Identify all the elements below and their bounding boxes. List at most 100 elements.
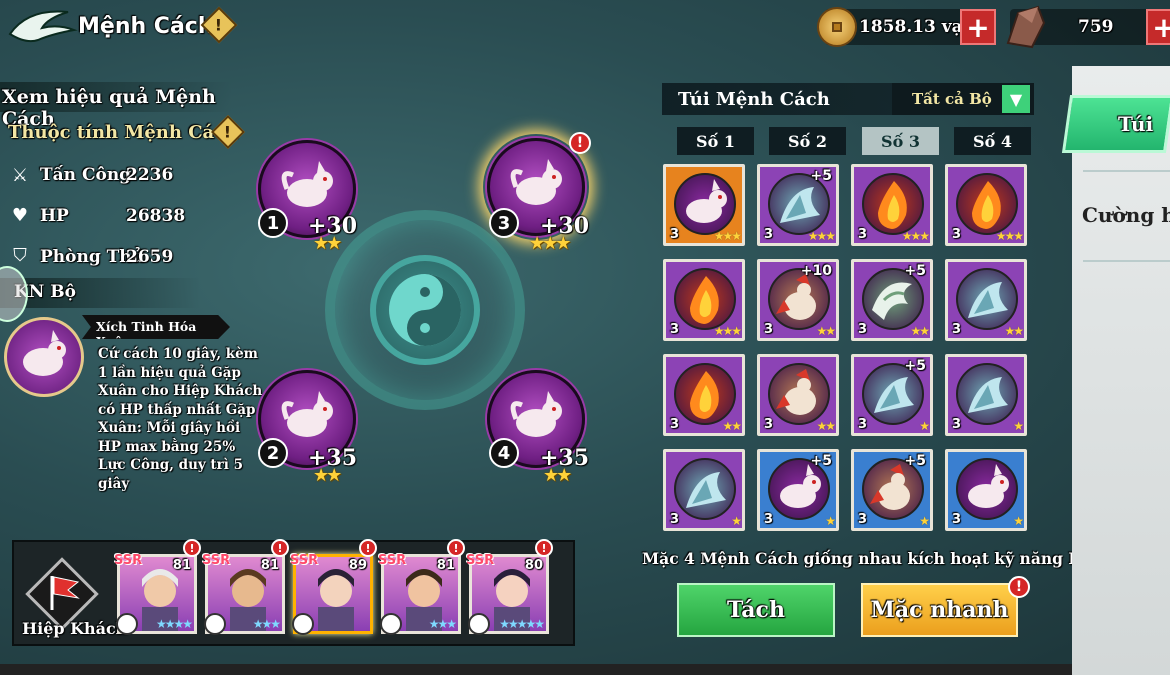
rarity-badge: SSR: [202, 553, 231, 568]
bag-item[interactable]: 3 +5 ★: [851, 449, 933, 531]
side-divider: [1083, 170, 1170, 172]
fox-spirit-icon: [510, 391, 562, 437]
side-tab-enhance[interactable]: Cường hó: [1082, 203, 1170, 227]
item-count: 3: [952, 227, 962, 242]
element-icon: [468, 613, 490, 635]
tab-slot-4[interactable]: Số 4: [954, 127, 1031, 155]
item-level: +5: [904, 358, 926, 374]
skill-name-banner: Xích Tinh Hóa Xuân: [82, 315, 230, 339]
stone-icon: [1006, 5, 1046, 49]
element-icon: [116, 613, 138, 635]
set-hint: Mặc 4 Mệnh Cách giống nhau kích hoạt kỹ …: [642, 549, 1092, 568]
slot-number-3: 3: [489, 208, 519, 238]
item-count: 3: [764, 417, 774, 432]
bag-item[interactable]: 3 +5 ★★: [851, 259, 933, 341]
hero-alert-badge: !: [447, 539, 465, 557]
item-count: 3: [858, 417, 868, 432]
tab-slot-1[interactable]: Số 1: [677, 127, 754, 155]
hero-stars: ★★★: [252, 617, 281, 631]
sword-icon: ⚔: [11, 164, 29, 186]
item-stars: ★: [1013, 419, 1024, 433]
hero-stars: ★★★: [428, 617, 457, 631]
rarity-badge: SSR: [290, 553, 319, 568]
stat-attack-label: Tấn Công: [40, 165, 132, 185]
side-menu: [1072, 66, 1170, 675]
bag-item[interactable]: 3 ★: [945, 449, 1027, 531]
tab-slot-2[interactable]: Số 2: [769, 127, 846, 155]
fire-spirit-icon: [862, 173, 924, 235]
stat-defense-value: 2659: [126, 247, 174, 267]
shield-icon: ⛉: [13, 244, 27, 266]
stat-hp-label: HP: [40, 206, 69, 226]
fox-spirit-icon: [956, 458, 1018, 520]
hero-card[interactable]: SSR 81 ★★★★: [114, 553, 197, 635]
yin-yang-icon: [370, 255, 480, 365]
set-filter-dropdown[interactable]: Tất cả Bộ ▼: [892, 83, 1034, 115]
item-level: +5: [810, 168, 832, 184]
effect-header[interactable]: Xem hiệu quả Mệnh Cách: [0, 82, 232, 130]
bag-item[interactable]: 3 +10 ★★: [757, 259, 839, 341]
coin-amount: 1858.13 vạn: [859, 17, 976, 37]
bag-item[interactable]: 3 ★: [663, 449, 745, 531]
fox-spirit-icon: [23, 330, 66, 376]
item-count: 3: [670, 512, 680, 527]
side-tab-bag[interactable]: [1061, 95, 1170, 153]
stat-attack-value: 2236: [126, 165, 174, 185]
item-stars: ★★: [1004, 324, 1023, 338]
bag-item[interactable]: 3 ★★★: [663, 164, 745, 246]
rarity-badge: SSR: [114, 553, 143, 568]
quick-wear-button[interactable]: Mặc nhanh: [861, 583, 1018, 637]
wolf-spirit-icon: [674, 458, 736, 520]
bag-item[interactable]: 3 ★★★: [945, 164, 1027, 246]
item-level: +5: [810, 453, 832, 469]
hero-level: 81: [436, 558, 455, 573]
fox-spirit-icon: [510, 159, 562, 205]
item-stars: ★★★: [713, 324, 742, 338]
hero-level: 81: [260, 558, 279, 573]
rarity-badge: SSR: [378, 553, 407, 568]
page-header: Mệnh Cách !: [8, 4, 258, 46]
set-skill-icon: [4, 317, 84, 397]
hero-card[interactable]: SSR 80 ★★★★★: [466, 553, 549, 635]
tab-slot-3[interactable]: Số 3: [862, 127, 939, 155]
item-level: +5: [904, 263, 926, 279]
add-coin-button[interactable]: +: [960, 9, 996, 45]
item-count: 3: [858, 512, 868, 527]
bottom-strip: [0, 664, 1072, 675]
item-count: 3: [764, 322, 774, 337]
hero-stars: ★★★★★: [499, 617, 545, 631]
item-stars: ★★: [816, 324, 835, 338]
item-count: 3: [858, 322, 868, 337]
bag-item[interactable]: 3 +5 ★: [757, 449, 839, 531]
slot-stars-3: ★★★: [529, 233, 571, 254]
add-stone-button[interactable]: +: [1146, 9, 1170, 45]
hero-card[interactable]: SSR 89: [290, 553, 373, 635]
bird-spirit-icon: [768, 363, 830, 425]
quick-wear-alert-badge: !: [1008, 576, 1030, 598]
set-header: KN Bộ: [0, 278, 200, 308]
split-button[interactable]: Tách: [677, 583, 835, 637]
coin-icon: [817, 7, 857, 47]
bag-item[interactable]: 3 +5 ★: [851, 354, 933, 436]
item-stars: ★: [731, 514, 742, 528]
item-stars: ★★: [722, 419, 741, 433]
bag-item[interactable]: 3 ★★★: [851, 164, 933, 246]
hero-card[interactable]: SSR 81 ★★★: [202, 553, 285, 635]
slot-stars-1: ★★: [313, 233, 342, 254]
flag-icon: [50, 576, 80, 610]
bag-item[interactable]: 3 ★★★: [663, 259, 745, 341]
item-count: 3: [764, 227, 774, 242]
hero-level: 89: [348, 558, 367, 573]
bag-item[interactable]: 3 ★★: [945, 259, 1027, 341]
bag-item[interactable]: 3 ★: [945, 354, 1027, 436]
slot-number-1: 1: [258, 208, 288, 238]
bag-item[interactable]: 3 +5 ★★★: [757, 164, 839, 246]
bag-title: Túi Mệnh Cách: [678, 89, 830, 110]
bag-item[interactable]: 3 ★★: [663, 354, 745, 436]
bag-item[interactable]: 3 ★★: [757, 354, 839, 436]
hero-alert-badge: !: [271, 539, 289, 557]
hero-card[interactable]: SSR 81 ★★★: [378, 553, 461, 635]
item-count: 3: [952, 512, 962, 527]
side-toggle-button[interactable]: [0, 266, 28, 322]
item-count: 3: [670, 322, 680, 337]
